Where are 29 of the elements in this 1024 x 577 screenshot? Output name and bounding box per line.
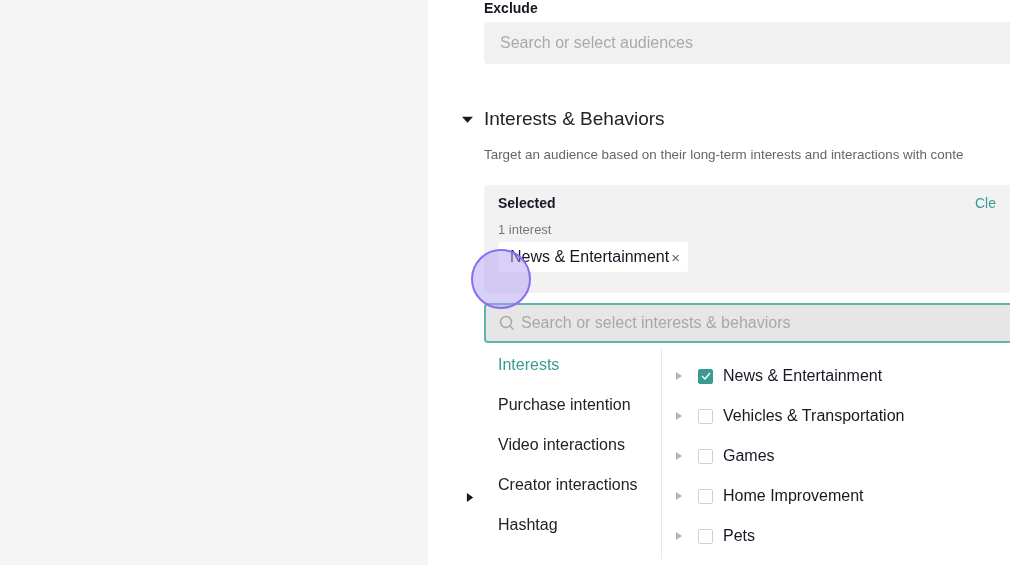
remove-button[interactable]: × [671,248,680,266]
category-item[interactable]: Purchase intention [498,395,631,415]
selected-title: Selected [498,195,556,211]
category-item[interactable]: Video interactions [498,435,625,455]
expand-caret-icon[interactable] [676,412,682,420]
search-icon [499,315,515,331]
section-title: Interests & Behaviors [484,108,665,130]
option-label: Pets [723,527,755,545]
option-label: Home Improvement [723,487,864,505]
category-item[interactable]: Hashtag [498,515,558,535]
expand-caret-icon[interactable] [676,372,682,380]
caret-icon[interactable] [466,492,475,503]
option-label: Games [723,447,775,465]
search-field[interactable]: Search or select audiences [484,22,1010,64]
option-label: Vehicles & Transportation [723,407,905,425]
category-item[interactable]: Creator interactions [498,475,638,495]
option-label: News & Entertainment [723,367,883,385]
field-label: Exclude [484,0,538,16]
search-field[interactable]: Search or select interests & behaviors [484,303,1010,343]
expand-caret-icon[interactable] [676,452,682,460]
checkbox[interactable] [698,488,713,504]
checkbox[interactable] [698,528,713,544]
checkbox[interactable] [698,448,713,464]
selected-count: 1 interest [498,222,552,237]
checkbox[interactable] [698,368,713,384]
checkbox[interactable] [698,408,713,424]
expand-caret-icon[interactable] [676,532,682,540]
section-description: Target an audience based on their long-term interests and interactions with conte [484,147,964,162]
expand-caret-icon[interactable] [676,492,682,500]
